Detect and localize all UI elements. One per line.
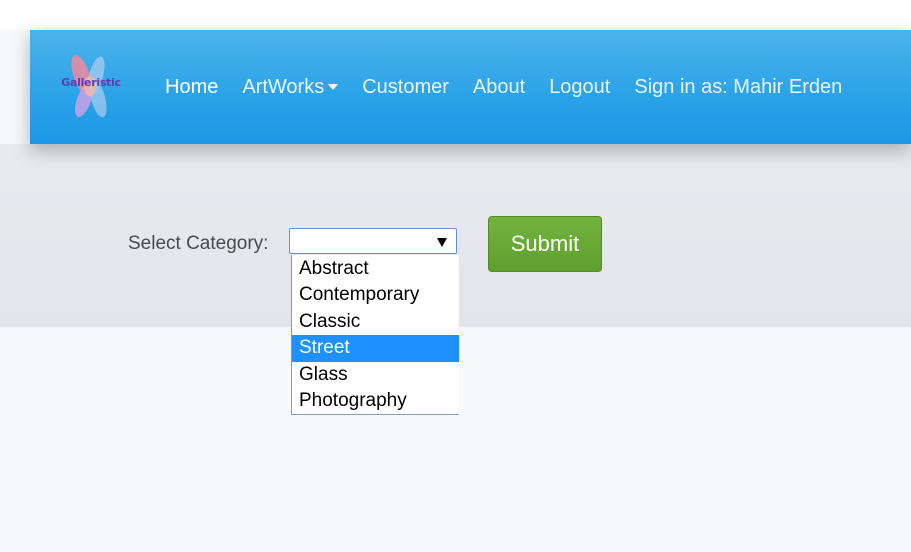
chevron-down-icon: [328, 84, 339, 90]
category-select[interactable]: [289, 228, 457, 254]
nav-item-artworks[interactable]: ArtWorks: [242, 75, 339, 99]
nav-item-customer-label: Customer: [362, 75, 449, 98]
category-label: Select Category:: [128, 233, 269, 254]
nav-item-home[interactable]: Home: [165, 76, 218, 99]
nav-item-customer[interactable]: Customer: [362, 76, 449, 99]
category-dropdown-list: Abstract Contemporary Classic Street Gla…: [291, 255, 459, 416]
nav-item-signed-in-user[interactable]: Sign in as: Mahir Erden: [634, 76, 842, 99]
page-top-strip: [0, 0, 911, 30]
dropdown-arrow-icon: [437, 238, 447, 247]
nav-item-logout-label: Logout: [549, 75, 611, 98]
category-option-street[interactable]: Street: [292, 335, 459, 362]
nav-item-logout[interactable]: Logout: [549, 76, 610, 99]
navbar: Galleristic Home ArtWorks Customer About…: [30, 30, 911, 144]
brand-logo[interactable]: Galleristic: [60, 52, 122, 122]
category-option-glass[interactable]: Glass: [292, 362, 459, 388]
signed-in-user-label: Sign in as: Mahir Erden: [634, 75, 843, 98]
category-option-classic[interactable]: Classic: [292, 309, 459, 335]
nav-item-home-label: Home: [165, 75, 219, 98]
category-option-contemporary[interactable]: Contemporary: [292, 282, 459, 308]
nav-item-about-label: About: [472, 75, 526, 98]
category-option-abstract[interactable]: Abstract: [292, 256, 459, 282]
nav-menu: Home ArtWorks Customer About Logout Sign…: [165, 74, 866, 100]
nav-item-about[interactable]: About: [473, 76, 525, 99]
nav-item-artworks-label: ArtWorks: [242, 75, 325, 98]
brand-logo-text: Galleristic: [61, 76, 121, 89]
submit-button[interactable]: Submit: [488, 216, 602, 272]
category-option-photography[interactable]: Photography: [292, 388, 459, 414]
